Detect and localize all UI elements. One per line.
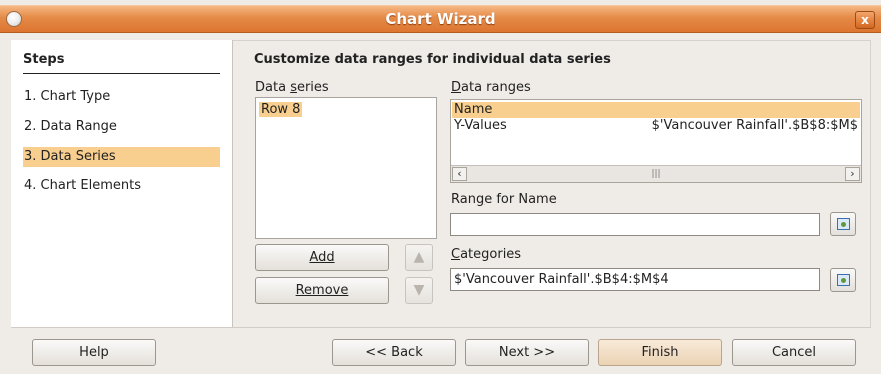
help-button-label: Help — [79, 345, 109, 360]
range-for-name-label: Range for Name — [451, 192, 557, 207]
step-chart-elements[interactable]: 4. Chart Elements — [23, 176, 220, 196]
data-ranges-label: Data ranges — [451, 80, 531, 95]
data-series-label: Data series — [255, 80, 329, 95]
step-data-series[interactable]: 3. Data Series — [23, 147, 220, 167]
page-title: Customize data ranges for individual dat… — [254, 52, 611, 67]
range-for-name-field[interactable] — [450, 213, 820, 236]
select-range-button[interactable] — [830, 212, 856, 236]
cancel-button-label: Cancel — [771, 345, 817, 360]
select-range-icon — [837, 274, 850, 286]
data-series-item[interactable]: Row 8 — [259, 102, 303, 117]
back-button[interactable]: << Back — [332, 339, 456, 366]
steps-title: Steps — [23, 52, 65, 67]
scroll-right-icon[interactable]: › — [845, 167, 860, 181]
categories-field[interactable]: $'Vancouver Rainfall'.$B$4:$M$4 — [450, 268, 820, 291]
finish-button-label: Finish — [641, 345, 679, 360]
close-button[interactable]: x — [855, 11, 875, 29]
button-row-divider — [11, 327, 870, 328]
step-data-range[interactable]: 2. Data Range — [23, 117, 220, 137]
window-title: Chart Wizard — [385, 10, 496, 28]
data-range-name: Y-Values — [454, 118, 507, 133]
next-button[interactable]: Next >> — [465, 339, 589, 366]
data-range-value: $'Vancouver Rainfall'.$B$8:$M$ — [651, 118, 858, 133]
finish-button[interactable]: Finish — [598, 339, 722, 366]
add-button-label: Add — [309, 250, 335, 265]
data-range-row-name[interactable]: Name — [452, 102, 860, 118]
title-bar[interactable]: Chart Wizard x — [0, 5, 881, 33]
step-chart-type[interactable]: 1. Chart Type — [23, 87, 220, 107]
steps-panel: Steps 1. Chart Type 2. Data Range 3. Dat… — [11, 40, 233, 327]
help-button[interactable]: Help — [32, 339, 156, 366]
categories-label: Categories — [451, 247, 522, 262]
next-button-label: Next >> — [498, 345, 556, 360]
scroll-left-icon[interactable]: ‹ — [452, 167, 467, 181]
cancel-button[interactable]: Cancel — [732, 339, 856, 366]
data-range-row-yvalues[interactable]: Y-Values $'Vancouver Rainfall'.$B$8:$M$ — [452, 118, 860, 134]
data-ranges-list[interactable]: Name Y-Values $'Vancouver Rainfall'.$B$8… — [450, 99, 862, 183]
arrow-up-icon: ▲ — [413, 249, 425, 265]
data-range-name: Name — [454, 102, 493, 117]
scroll-thumb[interactable]: ||| — [469, 167, 843, 181]
move-down-button[interactable]: ▼ — [405, 277, 433, 304]
select-categories-button[interactable] — [830, 268, 856, 292]
add-button[interactable]: Add — [255, 244, 389, 271]
horizontal-scrollbar[interactable]: ‹ ||| › — [451, 165, 861, 182]
data-series-list[interactable]: Row 8 — [255, 97, 437, 239]
arrow-down-icon: ▼ — [413, 282, 425, 298]
move-up-button[interactable]: ▲ — [405, 244, 433, 271]
select-range-icon — [837, 218, 850, 230]
remove-button[interactable]: Remove — [255, 277, 389, 304]
chart-wizard-window: Chart Wizard x Steps 1. Chart Type 2. Da… — [0, 0, 881, 374]
steps-divider — [23, 73, 220, 74]
back-button-label: << Back — [365, 345, 423, 360]
remove-button-label: Remove — [295, 283, 349, 298]
